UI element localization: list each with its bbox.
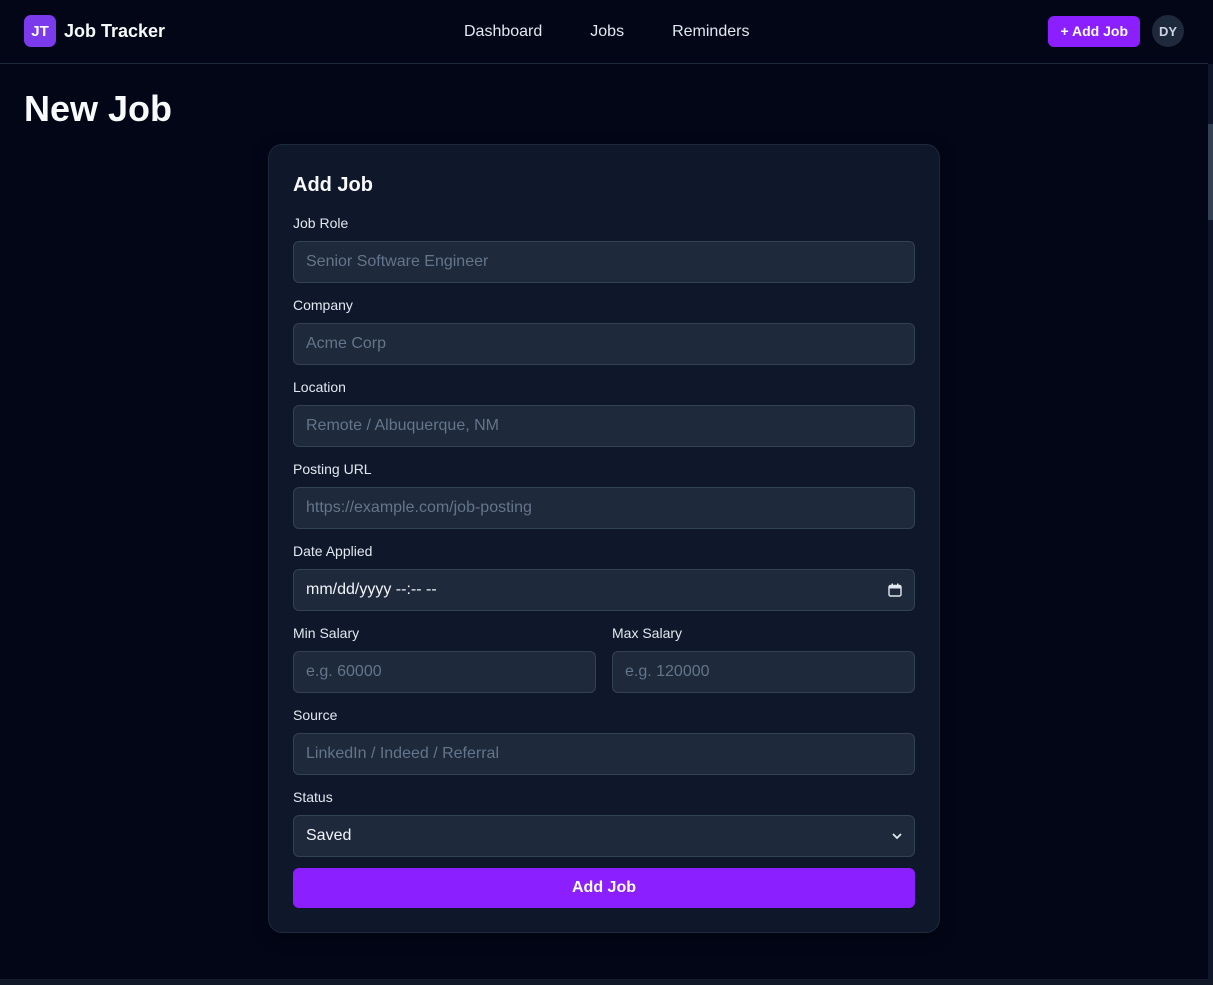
max-salary-label: Max Salary bbox=[612, 625, 683, 641]
source-input[interactable]: LinkedIn / Indeed / Referral bbox=[293, 733, 915, 775]
status-field: Status Saved bbox=[293, 789, 915, 857]
posting-url-input[interactable]: https://example.com/job-posting bbox=[293, 487, 915, 529]
source-field: Source LinkedIn / Indeed / Referral bbox=[293, 707, 915, 775]
job-role-label: Job Role bbox=[293, 215, 349, 231]
date-applied-input[interactable]: mm/dd/yyyy --:-- -- bbox=[293, 569, 915, 611]
top-navbar: JT Job Tracker Dashboard Jobs Reminders … bbox=[0, 0, 1208, 64]
main-nav: Dashboard Jobs Reminders bbox=[464, 22, 797, 42]
add-job-button[interactable]: + Add Job bbox=[1048, 15, 1140, 47]
posting-url-field: Posting URL https://example.com/job-post… bbox=[293, 461, 915, 529]
avatar[interactable]: DY bbox=[1152, 15, 1184, 47]
company-field: Company Acme Corp bbox=[293, 297, 915, 365]
page-title: New Job bbox=[24, 88, 173, 129]
location-input[interactable]: Remote / Albuquerque, NM bbox=[293, 405, 915, 447]
source-label: Source bbox=[293, 707, 338, 723]
posting-url-label: Posting URL bbox=[293, 461, 372, 477]
location-label: Location bbox=[293, 379, 346, 395]
scrollbar-thumb[interactable] bbox=[1208, 124, 1213, 220]
header-actions: + Add Job DY bbox=[1048, 15, 1184, 47]
min-salary-label: Min Salary bbox=[293, 625, 360, 641]
min-salary-input[interactable]: e.g. 60000 bbox=[293, 651, 596, 693]
bottom-edge bbox=[0, 979, 1213, 985]
date-applied-label: Date Applied bbox=[293, 543, 373, 559]
company-input[interactable]: Acme Corp bbox=[293, 323, 915, 365]
company-label: Company bbox=[293, 297, 353, 313]
status-label: Status bbox=[293, 789, 333, 805]
form-title: Add Job bbox=[293, 174, 373, 196]
submit-add-job-button[interactable]: Add Job bbox=[293, 868, 915, 908]
add-job-form-card: Add Job Job Role Senior Software Enginee… bbox=[268, 144, 940, 933]
job-role-input[interactable]: Senior Software Engineer bbox=[293, 241, 915, 283]
brand[interactable]: JT Job Tracker bbox=[24, 15, 165, 47]
nav-jobs[interactable]: Jobs bbox=[590, 22, 624, 42]
nav-reminders[interactable]: Reminders bbox=[672, 22, 749, 42]
max-salary-field: Max Salary e.g. 120000 bbox=[612, 625, 915, 693]
chevron-down-icon bbox=[892, 829, 902, 843]
location-field: Location Remote / Albuquerque, NM bbox=[293, 379, 915, 447]
date-applied-value: mm/dd/yyyy --:-- -- bbox=[306, 581, 437, 598]
status-selected-value: Saved bbox=[306, 827, 352, 844]
min-salary-field: Min Salary e.g. 60000 bbox=[293, 625, 596, 693]
max-salary-input[interactable]: e.g. 120000 bbox=[612, 651, 915, 693]
job-role-field: Job Role Senior Software Engineer bbox=[293, 215, 915, 283]
brand-name: Job Tracker bbox=[64, 20, 166, 41]
status-select[interactable]: Saved bbox=[293, 815, 915, 857]
calendar-icon[interactable] bbox=[888, 583, 902, 597]
brand-logo: JT bbox=[24, 15, 56, 47]
nav-dashboard[interactable]: Dashboard bbox=[464, 22, 542, 42]
date-applied-field: Date Applied mm/dd/yyyy --:-- -- bbox=[293, 543, 915, 611]
scrollbar[interactable] bbox=[1208, 64, 1213, 979]
